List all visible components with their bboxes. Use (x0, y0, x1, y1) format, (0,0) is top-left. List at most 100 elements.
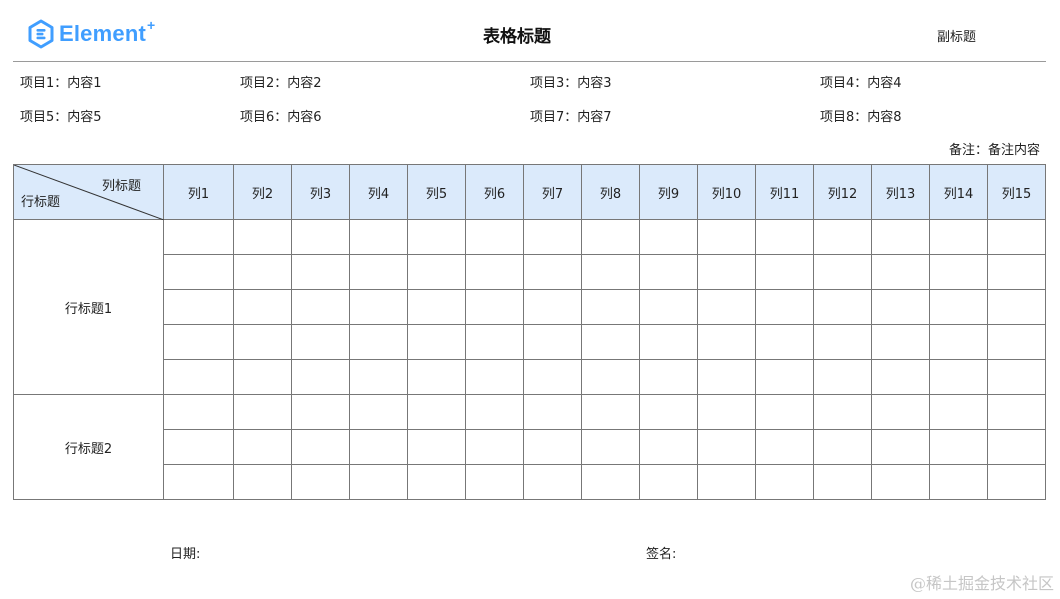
table-cell[interactable] (871, 359, 930, 395)
table-cell[interactable] (581, 464, 640, 500)
table-cell[interactable] (697, 324, 756, 360)
table-cell[interactable] (871, 254, 930, 290)
table-cell[interactable] (465, 464, 524, 500)
table-cell[interactable] (233, 464, 292, 500)
table-cell[interactable] (407, 359, 466, 395)
table-cell[interactable] (987, 359, 1046, 395)
table-cell[interactable] (929, 289, 988, 325)
table-cell[interactable] (233, 219, 292, 255)
table-cell[interactable] (349, 219, 408, 255)
table-cell[interactable] (523, 324, 582, 360)
table-cell[interactable] (291, 394, 350, 430)
table-cell[interactable] (755, 289, 814, 325)
table-cell[interactable] (581, 394, 640, 430)
table-cell[interactable] (813, 219, 872, 255)
table-cell[interactable] (465, 219, 524, 255)
table-cell[interactable] (523, 289, 582, 325)
table-cell[interactable] (871, 219, 930, 255)
table-cell[interactable] (523, 254, 582, 290)
table-cell[interactable] (163, 359, 234, 395)
table-cell[interactable] (523, 359, 582, 395)
table-cell[interactable] (697, 359, 756, 395)
table-cell[interactable] (163, 464, 234, 500)
table-cell[interactable] (813, 394, 872, 430)
table-cell[interactable] (871, 289, 930, 325)
table-cell[interactable] (697, 394, 756, 430)
table-cell[interactable] (639, 359, 698, 395)
table-cell[interactable] (871, 429, 930, 465)
table-cell[interactable] (291, 219, 350, 255)
table-cell[interactable] (987, 464, 1046, 500)
table-cell[interactable] (639, 464, 698, 500)
table-cell[interactable] (465, 254, 524, 290)
table-cell[interactable] (407, 254, 466, 290)
table-cell[interactable] (523, 429, 582, 465)
table-cell[interactable] (581, 254, 640, 290)
table-cell[interactable] (233, 429, 292, 465)
table-cell[interactable] (523, 464, 582, 500)
table-cell[interactable] (465, 429, 524, 465)
table-cell[interactable] (233, 324, 292, 360)
table-cell[interactable] (929, 324, 988, 360)
table-cell[interactable] (813, 254, 872, 290)
table-cell[interactable] (639, 289, 698, 325)
table-cell[interactable] (291, 324, 350, 360)
table-cell[interactable] (581, 429, 640, 465)
table-cell[interactable] (871, 324, 930, 360)
table-cell[interactable] (349, 359, 408, 395)
table-cell[interactable] (163, 429, 234, 465)
table-cell[interactable] (349, 289, 408, 325)
table-cell[interactable] (291, 289, 350, 325)
table-cell[interactable] (233, 394, 292, 430)
table-cell[interactable] (987, 429, 1046, 465)
table-cell[interactable] (407, 289, 466, 325)
table-cell[interactable] (465, 359, 524, 395)
table-cell[interactable] (523, 219, 582, 255)
table-cell[interactable] (987, 254, 1046, 290)
table-cell[interactable] (163, 289, 234, 325)
table-cell[interactable] (697, 464, 756, 500)
table-cell[interactable] (465, 324, 524, 360)
table-cell[interactable] (349, 464, 408, 500)
table-cell[interactable] (755, 254, 814, 290)
table-cell[interactable] (349, 254, 408, 290)
table-cell[interactable] (291, 429, 350, 465)
table-cell[interactable] (163, 219, 234, 255)
table-cell[interactable] (581, 359, 640, 395)
table-cell[interactable] (407, 394, 466, 430)
table-cell[interactable] (291, 359, 350, 395)
table-cell[interactable] (233, 289, 292, 325)
table-cell[interactable] (581, 219, 640, 255)
table-cell[interactable] (349, 429, 408, 465)
table-cell[interactable] (349, 394, 408, 430)
table-cell[interactable] (813, 464, 872, 500)
table-cell[interactable] (465, 289, 524, 325)
table-cell[interactable] (929, 464, 988, 500)
table-cell[interactable] (929, 359, 988, 395)
table-cell[interactable] (523, 394, 582, 430)
table-cell[interactable] (871, 394, 930, 430)
table-cell[interactable] (929, 429, 988, 465)
table-cell[interactable] (639, 324, 698, 360)
table-cell[interactable] (639, 429, 698, 465)
table-cell[interactable] (697, 289, 756, 325)
table-cell[interactable] (581, 289, 640, 325)
table-cell[interactable] (929, 394, 988, 430)
table-cell[interactable] (639, 219, 698, 255)
table-cell[interactable] (233, 359, 292, 395)
table-cell[interactable] (291, 254, 350, 290)
table-cell[interactable] (755, 359, 814, 395)
table-cell[interactable] (163, 254, 234, 290)
table-cell[interactable] (639, 254, 698, 290)
table-cell[interactable] (291, 464, 350, 500)
table-cell[interactable] (755, 464, 814, 500)
table-cell[interactable] (697, 219, 756, 255)
table-cell[interactable] (929, 254, 988, 290)
table-cell[interactable] (581, 324, 640, 360)
table-cell[interactable] (813, 429, 872, 465)
table-cell[interactable] (813, 289, 872, 325)
table-cell[interactable] (697, 254, 756, 290)
table-cell[interactable] (987, 394, 1046, 430)
table-cell[interactable] (987, 324, 1046, 360)
table-cell[interactable] (163, 394, 234, 430)
